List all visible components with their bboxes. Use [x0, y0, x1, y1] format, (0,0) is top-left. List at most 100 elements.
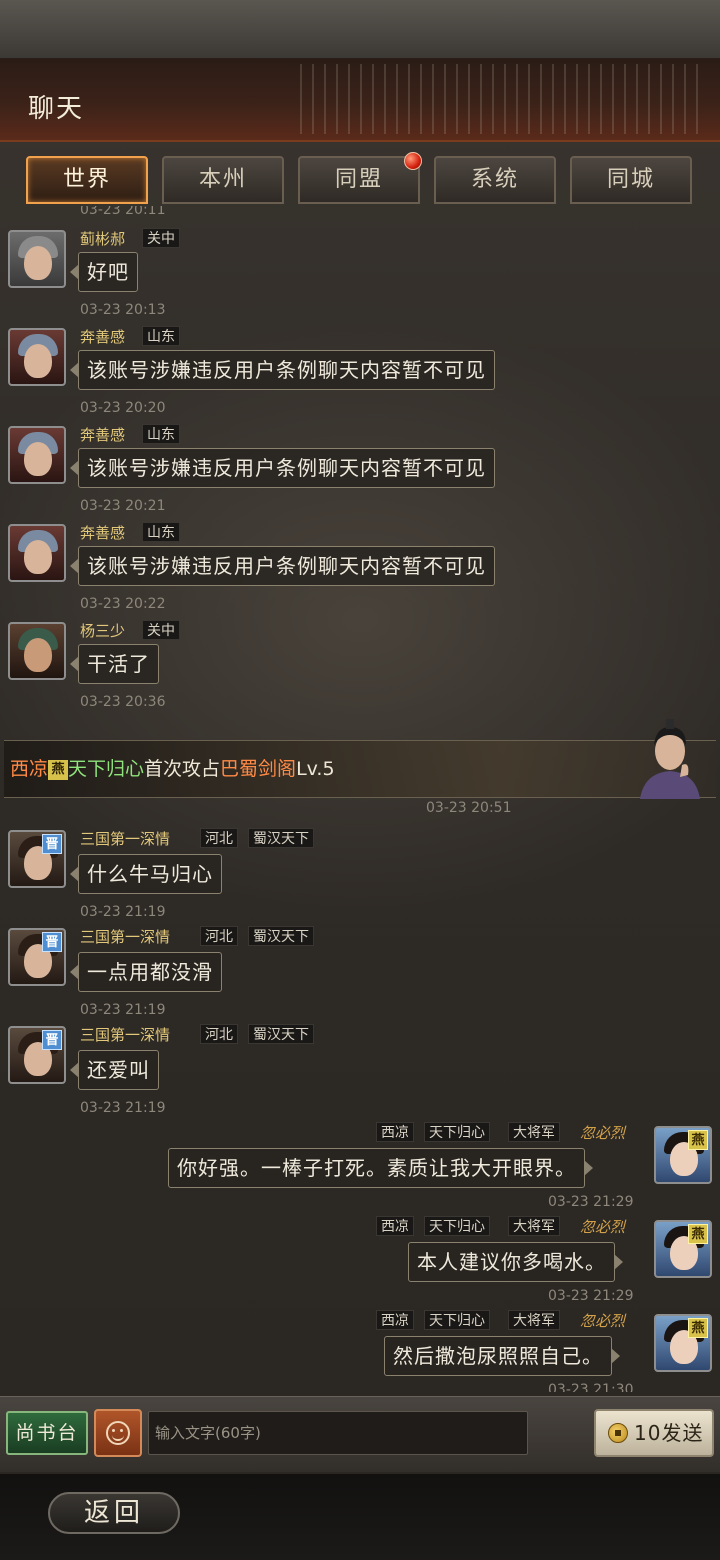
coin-icon	[608, 1423, 628, 1443]
own-avatar[interactable]: 燕	[654, 1126, 712, 1184]
background-resource-ghost	[300, 64, 700, 134]
message-timestamp: 03-23 20:20	[80, 400, 166, 416]
rank-label: 大将军	[508, 1310, 560, 1330]
avatar[interactable]	[8, 622, 66, 680]
avatar[interactable]	[8, 230, 66, 288]
sender-name[interactable]: 三国第一深情	[80, 926, 170, 947]
region-label: 河北	[200, 926, 238, 946]
message-timestamp: 03-23 21:29	[548, 1194, 634, 1210]
sender-name[interactable]: 三国第一深情	[80, 1024, 170, 1045]
alliance-label: 天下归心	[424, 1122, 490, 1142]
system-announcement[interactable]: 西凉燕天下归心首次攻占巴蜀剑阁Lv.5	[4, 719, 716, 799]
region-label: 关中	[142, 228, 180, 248]
advisor-portrait	[640, 719, 700, 799]
tab-system[interactable]: 系统	[434, 156, 556, 204]
chat-bubble[interactable]: 一点用都没滑	[70, 952, 222, 992]
rank-label: 大将军	[508, 1122, 560, 1142]
face-shape	[24, 540, 52, 574]
sender-name[interactable]: 忽必烈	[580, 1310, 625, 1331]
tab-alliance[interactable]: 同盟	[298, 156, 420, 204]
region-label: 关中	[142, 620, 180, 640]
chat-bubble[interactable]: 然后撒泡尿照照自己。	[384, 1336, 620, 1376]
face-shape	[24, 344, 52, 378]
chat-bubble[interactable]: 本人建议你多喝水。	[408, 1242, 623, 1282]
chat-bubble[interactable]: 该账号涉嫌违反用户条例聊天内容暂不可见	[70, 350, 495, 390]
tab-province[interactable]: 本州	[162, 156, 284, 204]
sender-name[interactable]: 奔善感	[80, 522, 125, 543]
face-shape	[24, 638, 52, 672]
emoji-button[interactable]	[94, 1409, 142, 1457]
faction-tag: 晋	[42, 932, 62, 952]
region-label: 河北	[200, 828, 238, 848]
chat-list[interactable]: 03-23 20:11 蓟彬郝 关中 好吧 03-23 20:13 奔善感 山东…	[0, 206, 720, 1392]
faction-badge: 燕	[48, 760, 69, 780]
sys-alliance: 天下归心	[68, 758, 145, 780]
region-label: 河北	[200, 1024, 238, 1044]
message-timestamp: 03-23 21:19	[80, 904, 166, 920]
sys-region: 西凉	[10, 758, 49, 780]
sender-name[interactable]: 蓟彬郝	[80, 228, 125, 249]
message-timestamp: 03-23 20:22	[80, 596, 166, 612]
sys-target: 巴蜀剑阁	[220, 758, 297, 780]
chat-bubble[interactable]: 干活了	[70, 644, 159, 684]
chat-bubble[interactable]: 什么牛马归心	[70, 854, 222, 894]
region-label: 山东	[142, 424, 180, 444]
region-label: 西凉	[376, 1122, 414, 1142]
sender-name[interactable]: 奔善感	[80, 326, 125, 347]
smile-icon	[106, 1421, 130, 1445]
region-label: 西凉	[376, 1216, 414, 1236]
chat-bubble[interactable]: 好吧	[70, 252, 138, 292]
system-timestamp: 03-23 20:51	[426, 800, 512, 816]
sender-name[interactable]: 忽必烈	[580, 1216, 625, 1237]
own-avatar[interactable]: 燕	[654, 1220, 712, 1278]
sender-name[interactable]: 三国第一深情	[80, 828, 170, 849]
message-timestamp: 03-23 20:21	[80, 498, 166, 514]
alliance-label: 蜀汉天下	[248, 1024, 314, 1044]
send-button[interactable]: 10发送	[594, 1409, 714, 1457]
top-decor-strip	[0, 0, 720, 58]
faction-tag: 燕	[688, 1224, 708, 1244]
alliance-label: 天下归心	[424, 1310, 490, 1330]
chat-input-bar: 尚书台 10发送	[0, 1396, 720, 1472]
page-title: 聊天	[28, 94, 85, 124]
message-timestamp: 03-23 20:13	[80, 302, 166, 318]
chat-text-input[interactable]	[148, 1411, 528, 1455]
alliance-label: 蜀汉天下	[248, 926, 314, 946]
chat-bubble[interactable]: 还爱叫	[70, 1050, 159, 1090]
chat-bubble[interactable]: 该账号涉嫌违反用户条例聊天内容暂不可见	[70, 546, 495, 586]
avatar[interactable]	[8, 524, 66, 582]
sender-name[interactable]: 奔善感	[80, 424, 125, 445]
own-avatar[interactable]: 燕	[654, 1314, 712, 1372]
message-timestamp: 03-23 20:36	[80, 694, 166, 710]
tab-bar: 世界 本州 同盟 系统 同城	[0, 150, 720, 206]
rank-label: 大将军	[508, 1216, 560, 1236]
message-timestamp: 03-23 21:29	[548, 1288, 634, 1304]
avatar[interactable]: 晋	[8, 1026, 66, 1084]
chat-bubble[interactable]: 你好强。一棒子打死。素质让我大开眼界。	[168, 1148, 593, 1188]
region-label: 山东	[142, 522, 180, 542]
sys-action: 首次攻占	[144, 758, 221, 780]
face-shape	[24, 246, 52, 280]
shangshu-button[interactable]: 尚书台	[6, 1411, 88, 1455]
title-bar	[0, 58, 720, 142]
red-dot-icon	[404, 152, 422, 170]
message-timestamp: 03-23 21:19	[80, 1002, 166, 1018]
avatar[interactable]	[8, 426, 66, 484]
avatar[interactable]: 晋	[8, 830, 66, 888]
message-timestamp: 03-23 21:19	[80, 1100, 166, 1116]
faction-tag: 燕	[688, 1130, 708, 1150]
sender-name[interactable]: 杨三少	[80, 620, 125, 641]
faction-tag: 晋	[42, 834, 62, 854]
faction-tag: 燕	[688, 1318, 708, 1338]
avatar[interactable]	[8, 328, 66, 386]
chat-bubble[interactable]: 该账号涉嫌违反用户条例聊天内容暂不可见	[70, 448, 495, 488]
send-label: 发送	[661, 1421, 704, 1445]
sender-name[interactable]: 忽必烈	[580, 1122, 625, 1143]
bottom-nav: 返回	[0, 1474, 720, 1560]
back-button[interactable]: 返回	[48, 1492, 180, 1534]
send-cost: 10	[634, 1421, 662, 1445]
sys-level: Lv.5	[296, 758, 335, 780]
avatar[interactable]: 晋	[8, 928, 66, 986]
tab-world[interactable]: 世界	[26, 156, 148, 204]
tab-city[interactable]: 同城	[570, 156, 692, 204]
